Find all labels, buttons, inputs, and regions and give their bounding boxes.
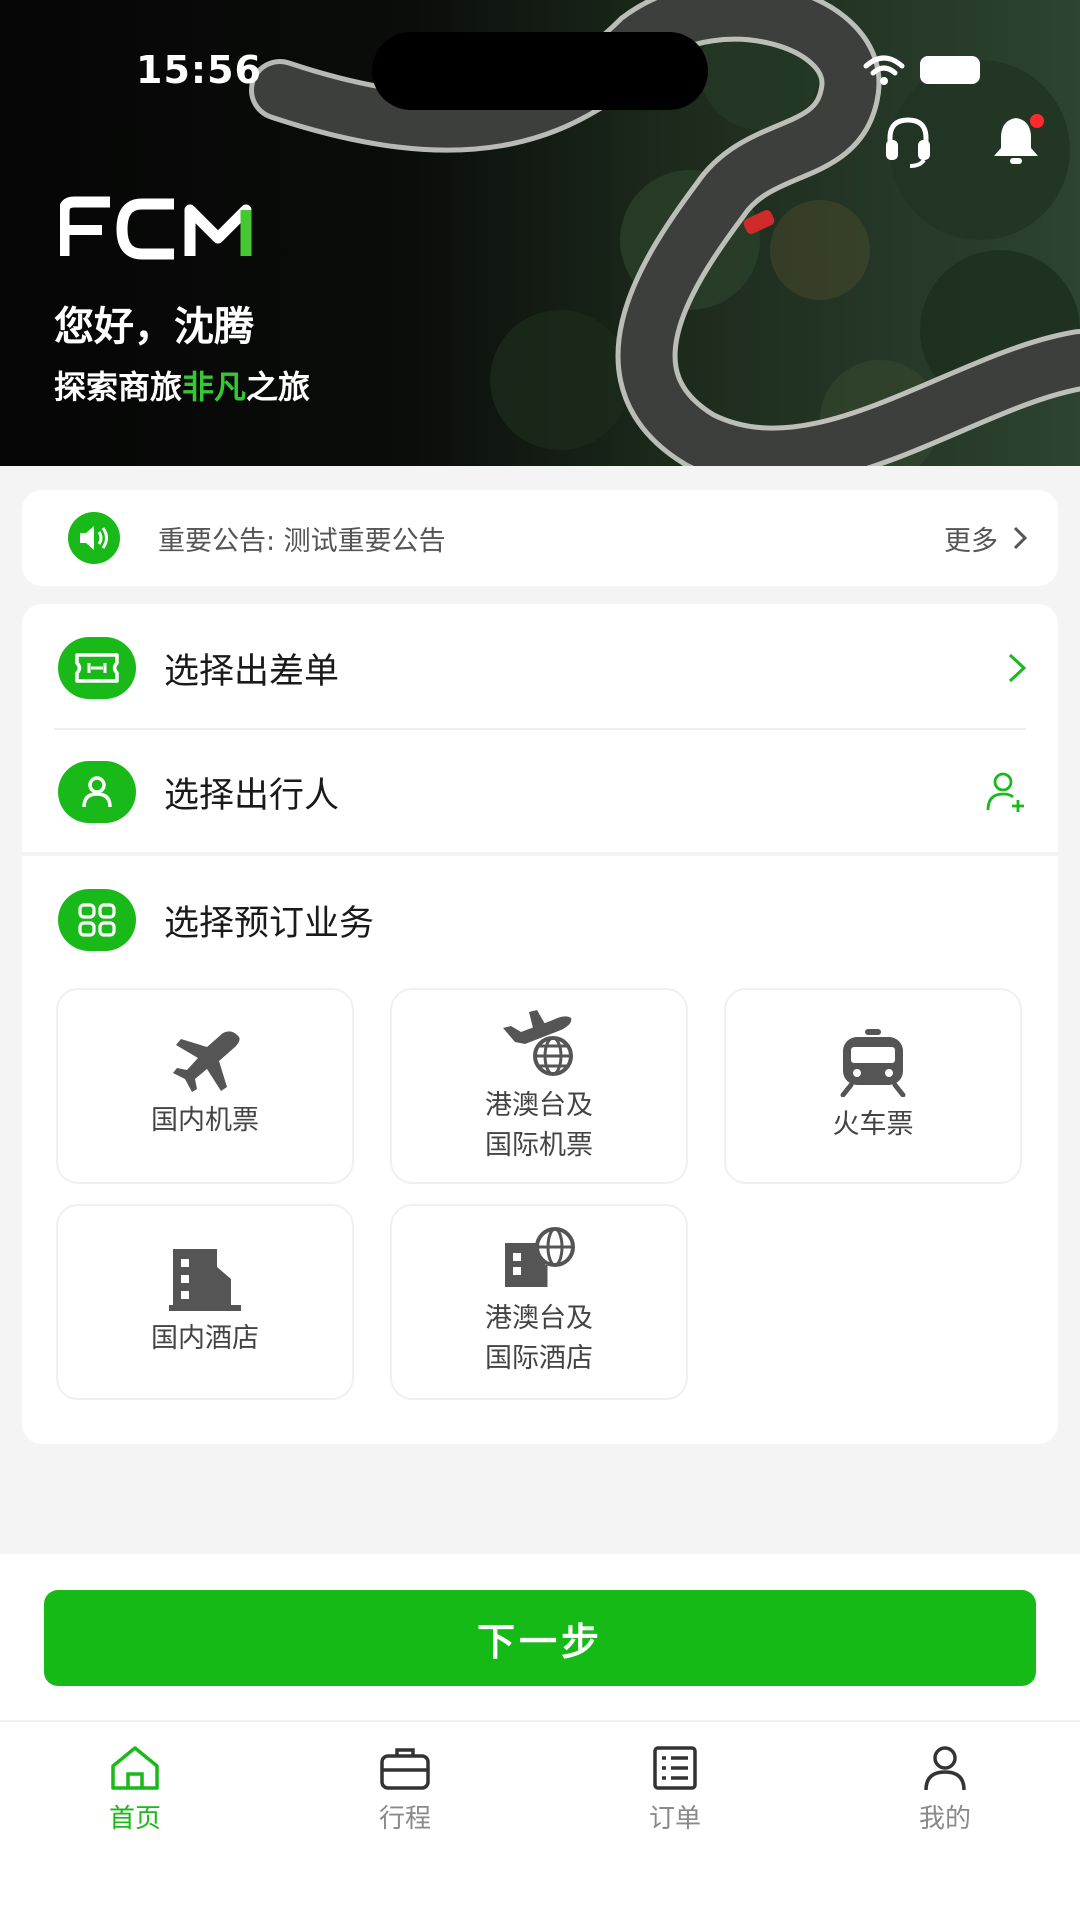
domestic-flight-tile[interactable]: 国内机票 xyxy=(56,988,354,1184)
status-bar-time: 15:56 xyxy=(136,48,262,92)
briefcase-icon xyxy=(380,1748,430,1790)
tile-label: 火车票 xyxy=(833,1105,914,1145)
wifi-icon xyxy=(863,55,905,85)
fcm-logo xyxy=(60,196,252,260)
announcement-bar[interactable]: 重要公告: 测试重要公告 更多 xyxy=(22,490,1058,586)
international-hotel-tile[interactable]: 港澳台及 国际酒店 xyxy=(390,1204,688,1400)
select-trip-order-label: 选择出差单 xyxy=(164,651,340,692)
slogan-suffix: 之旅 xyxy=(246,368,311,406)
home-icon xyxy=(111,1746,159,1790)
chevron-right-icon xyxy=(1013,526,1028,550)
person-icon xyxy=(58,761,136,823)
tab-profile[interactable]: 我的 xyxy=(880,1744,1010,1854)
select-booking-service-label: 选择预订业务 xyxy=(164,903,375,944)
slogan: 探索商旅非凡之旅 xyxy=(54,362,310,408)
train-icon xyxy=(840,1029,906,1097)
more-label: 更多 xyxy=(944,525,998,557)
select-trip-order-row[interactable]: 选择出差单 xyxy=(22,606,1058,730)
hero-banner: 15:56 您好，沈腾 探索商旅非凡之旅 xyxy=(0,0,1080,466)
tile-label: 港澳台及 国际机票 xyxy=(485,1086,593,1166)
tab-label: 首页 xyxy=(108,1804,161,1834)
chevron-right-icon xyxy=(1008,653,1027,683)
ticket-icon xyxy=(58,637,136,699)
user-icon xyxy=(924,1746,966,1791)
announcement-more-link[interactable]: 更多 xyxy=(944,519,1028,558)
slogan-prefix: 探索商旅 xyxy=(54,368,183,406)
tab-label: 订单 xyxy=(648,1804,701,1834)
tile-label-line1: 港澳台及 xyxy=(485,1303,593,1334)
booking-card: 选择出差单 选择出行人 选择预订业务 国内机票 港澳台及 国际机票 火车票 国内… xyxy=(22,604,1058,1444)
airplane-icon xyxy=(173,1031,240,1092)
tile-label-line2: 国际机票 xyxy=(485,1130,593,1161)
grid-icon xyxy=(58,889,136,951)
list-icon xyxy=(653,1746,697,1790)
tile-label-line1: 火车票 xyxy=(832,1109,914,1140)
battery-icon xyxy=(920,56,980,84)
announcement-text: 重要公告: 测试重要公告 xyxy=(158,525,446,557)
dynamic-island xyxy=(372,32,708,110)
greeting-text: 您好，沈腾 xyxy=(54,304,254,350)
headset-icon xyxy=(886,117,930,168)
next-step-button[interactable]: 下一步 xyxy=(44,1590,1036,1686)
tab-bar: 首页 行程 订单 我的 xyxy=(0,1744,1080,1854)
tab-itinerary[interactable]: 行程 xyxy=(340,1744,470,1854)
tile-label: 港澳台及 国际酒店 xyxy=(485,1299,593,1379)
tab-label: 行程 xyxy=(378,1804,431,1834)
speaker-icon xyxy=(68,512,120,564)
customer-service-button[interactable] xyxy=(878,110,938,170)
hotel-icon xyxy=(169,1249,241,1311)
international-hotel-icon xyxy=(505,1227,575,1287)
tab-orders[interactable]: 订单 xyxy=(610,1744,740,1854)
status-icons xyxy=(862,54,980,86)
select-traveler-row[interactable]: 选择出行人 xyxy=(22,730,1058,854)
tile-label-line2: 国际酒店 xyxy=(485,1343,593,1374)
tab-home[interactable]: 首页 xyxy=(70,1744,200,1854)
notification-dot xyxy=(1030,114,1044,128)
international-flight-tile[interactable]: 港澳台及 国际机票 xyxy=(390,988,688,1184)
divider xyxy=(22,852,1058,856)
tile-label-line1: 港澳台及 xyxy=(485,1090,593,1121)
international-flight-icon xyxy=(503,1010,573,1076)
tile-label: 国内酒店 xyxy=(151,1319,259,1359)
train-tile[interactable]: 火车票 xyxy=(724,988,1022,1184)
tile-label-line1: 国内酒店 xyxy=(151,1323,259,1354)
select-booking-service-row: 选择预订业务 xyxy=(22,858,1058,982)
add-person-icon[interactable] xyxy=(984,770,1028,814)
tab-label: 我的 xyxy=(918,1804,971,1834)
domestic-hotel-tile[interactable]: 国内酒店 xyxy=(56,1204,354,1400)
tile-label-line1: 国内机票 xyxy=(151,1105,259,1136)
slogan-highlight: 非凡 xyxy=(182,368,247,406)
select-traveler-label: 选择出行人 xyxy=(164,775,340,816)
tile-label: 国内机票 xyxy=(151,1101,259,1141)
notifications-button[interactable] xyxy=(986,110,1046,170)
divider xyxy=(0,1720,1080,1722)
